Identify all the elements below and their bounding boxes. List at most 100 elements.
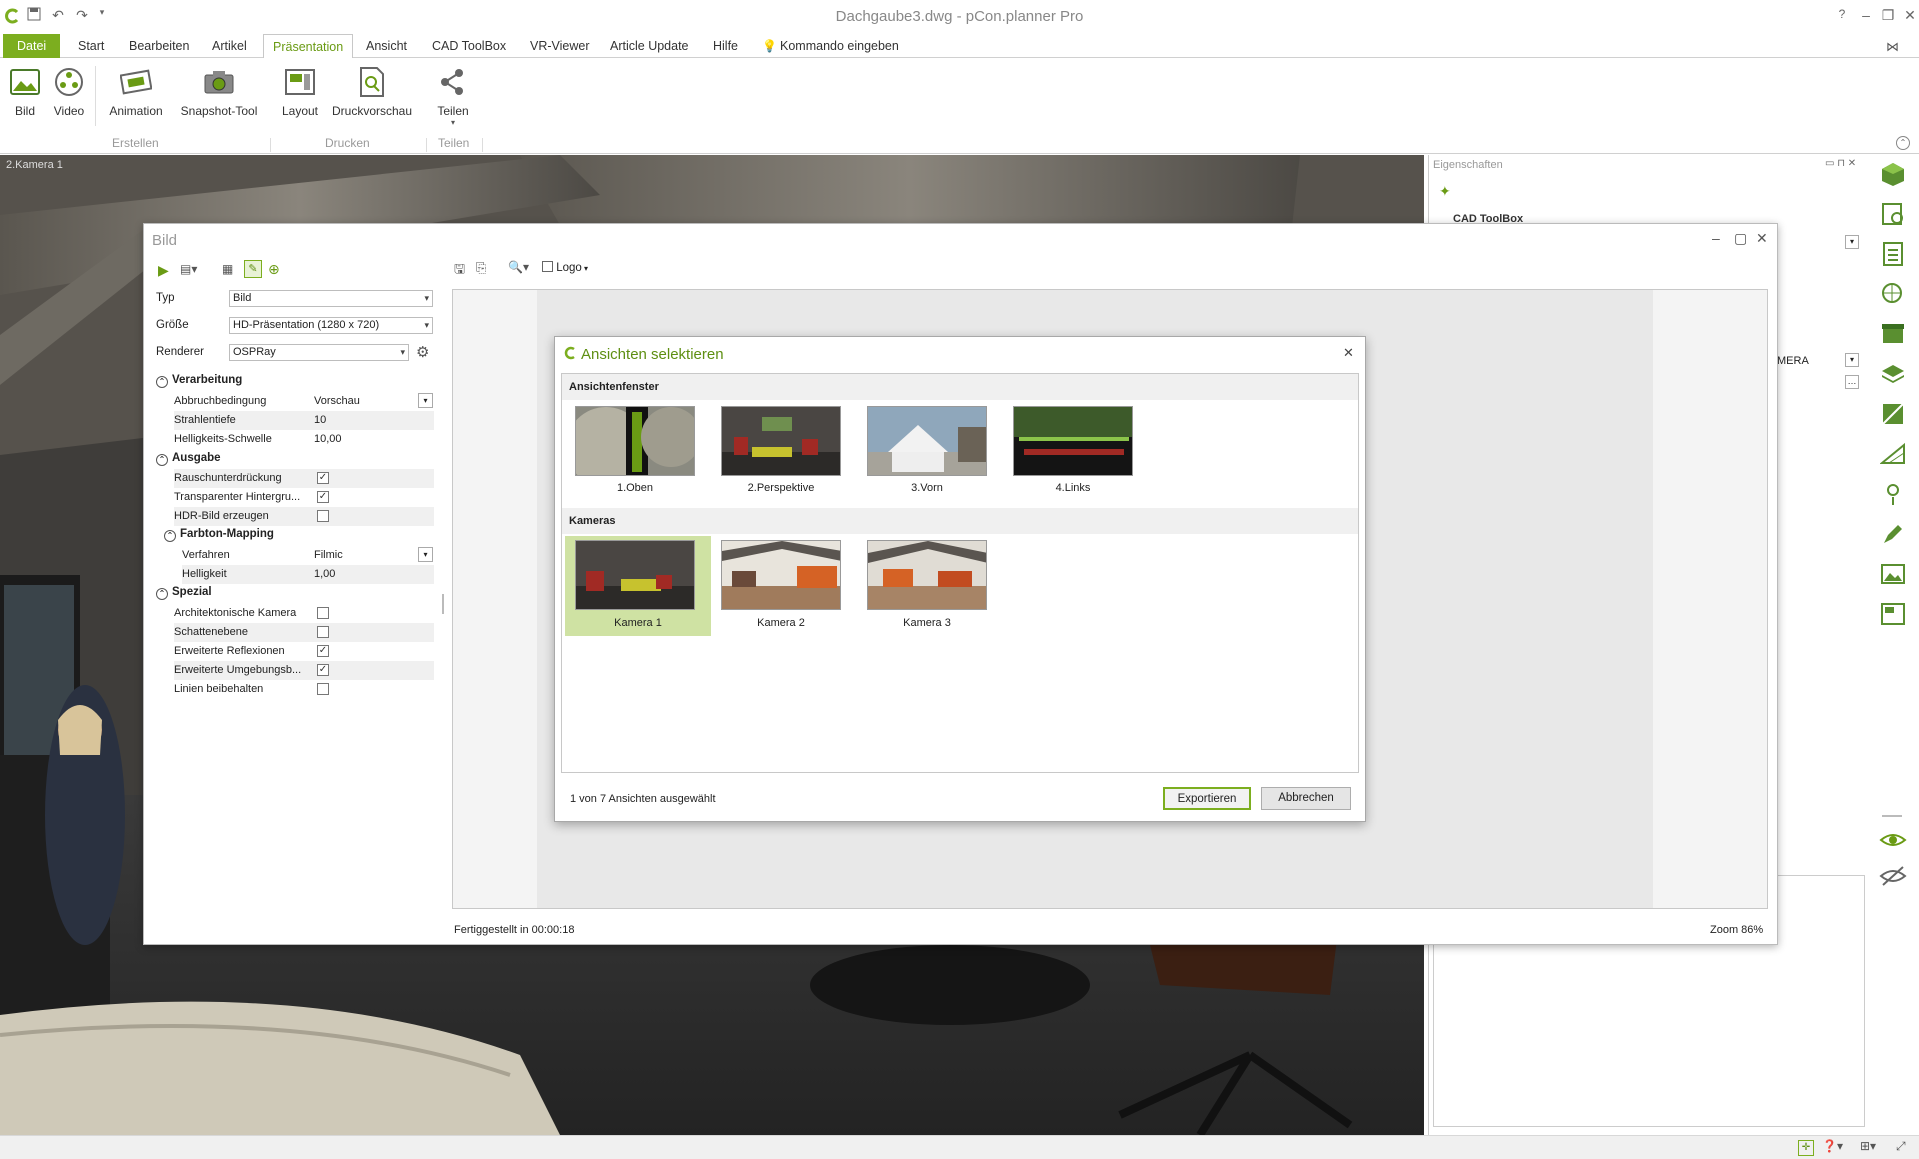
share-icon[interactable]: ⋈: [1886, 39, 1899, 55]
architektonische-kamera-checkbox[interactable]: [317, 607, 329, 619]
menu-praesentation[interactable]: Präsentation: [263, 34, 354, 59]
window-layout-icon[interactable]: ⊞▾: [1860, 1139, 1876, 1153]
bild-minimize-icon[interactable]: –: [1712, 230, 1720, 246]
video-button[interactable]: Video: [50, 66, 88, 118]
row-value[interactable]: 10: [314, 414, 326, 426]
druckvorschau-button[interactable]: Druckvorschau: [332, 66, 412, 118]
section-farbton-label: Farbton-Mapping: [180, 528, 274, 540]
save-image-icon[interactable]: 🖫: [454, 260, 465, 282]
logo-menu[interactable]: Logo ▾: [542, 261, 588, 274]
menu-artikel[interactable]: Artikel: [204, 34, 255, 58]
cube-icon[interactable]: [1878, 159, 1908, 189]
menu-vr-viewer[interactable]: VR-Viewer: [522, 34, 598, 58]
view-item-links[interactable]: 4.Links: [1000, 402, 1146, 506]
properties-dropdown-icon[interactable]: ▾: [1845, 235, 1859, 249]
section-spezial[interactable]: ⌃ Spezial: [156, 586, 212, 600]
typ-select[interactable]: Bild ▾: [229, 290, 433, 307]
menu-article-update[interactable]: Article Update: [602, 34, 697, 58]
archive-icon[interactable]: [1878, 319, 1908, 349]
view-item-vorn[interactable]: 3.Vorn: [854, 402, 1000, 506]
camera-item-2[interactable]: Kamera 2: [708, 536, 854, 636]
row-value[interactable]: 1,00: [314, 568, 335, 580]
row-label: Architektonische Kamera: [174, 607, 297, 619]
chevron-down-icon[interactable]: ▾: [418, 393, 433, 408]
menu-hilfe[interactable]: Hilfe: [705, 34, 746, 58]
export-button[interactable]: Exportieren: [1163, 787, 1251, 810]
chevron-down-icon[interactable]: ▾: [418, 547, 433, 562]
menu-start[interactable]: Start: [70, 34, 112, 58]
dialog-close-icon[interactable]: ✕: [1343, 345, 1354, 361]
snap-icon[interactable]: ✛: [1798, 1140, 1814, 1156]
menu-bearbeiten[interactable]: Bearbeiten: [121, 34, 197, 58]
animation-button[interactable]: Animation: [106, 66, 166, 118]
properties-dropdown-icon[interactable]: ▾: [1845, 353, 1859, 367]
help-cursor-icon[interactable]: ❓▾: [1822, 1139, 1843, 1153]
minimize-icon[interactable]: –: [1856, 7, 1876, 23]
panel-splitter[interactable]: [442, 594, 444, 614]
image-icon[interactable]: [1878, 559, 1908, 589]
bild-button[interactable]: Bild: [8, 66, 42, 118]
ribbon-collapse-icon[interactable]: ⌃: [1896, 136, 1910, 150]
image-settings-icon[interactable]: ▦: [222, 262, 233, 276]
row-value[interactable]: Filmic: [314, 549, 343, 561]
menu-ansicht[interactable]: Ansicht: [358, 34, 415, 58]
list-icon[interactable]: [1878, 239, 1908, 269]
row-value[interactable]: Vorschau: [314, 395, 360, 407]
help-button[interactable]: ?: [1832, 7, 1852, 21]
camera-item-1[interactable]: Kamera 1: [565, 536, 711, 636]
restore-icon[interactable]: ❐: [1878, 7, 1898, 24]
logo-label: Logo: [556, 262, 582, 274]
renderer-settings-icon[interactable]: ⚙: [416, 343, 429, 361]
hdr-bild-checkbox[interactable]: [317, 510, 329, 522]
command-input[interactable]: Kommando eingeben: [772, 34, 907, 58]
cancel-button[interactable]: Abbrechen: [1261, 787, 1351, 810]
linien-beibehalten-checkbox[interactable]: [317, 683, 329, 695]
layout-panel-icon[interactable]: [1878, 599, 1908, 629]
erweiterte-reflexionen-checkbox[interactable]: ✓: [317, 645, 329, 657]
row-value[interactable]: 10,00: [314, 433, 342, 445]
row-helligkeits-schwelle: Helligkeits-Schwelle 10,00: [174, 430, 434, 449]
renderer-select[interactable]: OSPRay ▾: [229, 344, 409, 361]
menu-bar: Datei Start Bearbeiten Artikel Präsentat…: [0, 34, 1919, 59]
add-icon[interactable]: ⊕: [268, 261, 280, 278]
eye-icon[interactable]: [1878, 825, 1908, 855]
close-icon[interactable]: ✕: [1900, 7, 1919, 24]
section-verarbeitung[interactable]: ⌃ Verarbeitung: [156, 374, 242, 388]
edit-pencil-icon[interactable]: ✎: [244, 260, 262, 278]
save-as-icon[interactable]: ⎘: [476, 260, 486, 276]
section-verarbeitung-label: Verarbeitung: [172, 374, 243, 386]
pen-icon[interactable]: [1878, 519, 1908, 549]
transparenter-hintergrund-checkbox[interactable]: ✓: [317, 491, 329, 503]
grid-icon[interactable]: [1878, 439, 1908, 469]
bild-maximize-icon[interactable]: ▢: [1734, 230, 1747, 247]
teilen-button[interactable]: Teilen ▾: [433, 66, 473, 127]
camera-item-3[interactable]: Kamera 3: [854, 536, 1000, 636]
rauschunterdrueckung-checkbox[interactable]: ✓: [317, 472, 329, 484]
layout-button[interactable]: Layout: [280, 66, 320, 118]
fullscreen-icon[interactable]: ⤢: [1896, 1139, 1906, 1154]
eye-hidden-icon[interactable]: [1878, 861, 1908, 891]
bild-close-icon[interactable]: ✕: [1756, 230, 1768, 247]
schattenebene-checkbox[interactable]: [317, 626, 329, 638]
view-item-perspektive[interactable]: 2.Perspektive: [708, 402, 854, 506]
play-icon[interactable]: ▶: [158, 262, 169, 279]
catalog-search-icon[interactable]: [1878, 199, 1908, 229]
menu-cad-toolbox[interactable]: CAD ToolBox: [424, 34, 514, 58]
groesse-select[interactable]: HD-Präsentation (1280 x 720) ▾: [229, 317, 433, 334]
properties-window-icons[interactable]: ▭ ⊓ ✕: [1825, 158, 1856, 169]
zoom-icon[interactable]: 🔍▾: [508, 260, 529, 274]
section-ausgabe[interactable]: ⌃ Ausgabe: [156, 452, 221, 466]
render-mode-icon[interactable]: ▤▾: [180, 262, 197, 276]
light-icon[interactable]: [1878, 479, 1908, 509]
properties-more-button[interactable]: …: [1845, 375, 1859, 389]
materials-icon[interactable]: [1878, 399, 1908, 429]
snapshot-tool-button[interactable]: Snapshot-Tool: [178, 66, 260, 118]
wand-icon[interactable]: ✦: [1439, 183, 1451, 200]
viewport-label[interactable]: 2.Kamera 1: [6, 159, 63, 171]
layers-icon[interactable]: [1878, 359, 1908, 389]
section-farbton-mapping[interactable]: ⌃ Farbton-Mapping: [164, 528, 274, 542]
globe-search-icon[interactable]: [1878, 279, 1908, 309]
erweiterte-umgebung-checkbox[interactable]: ✓: [317, 664, 329, 676]
menu-datei[interactable]: Datei: [3, 34, 61, 58]
view-item-oben[interactable]: 1.Oben: [562, 402, 708, 506]
